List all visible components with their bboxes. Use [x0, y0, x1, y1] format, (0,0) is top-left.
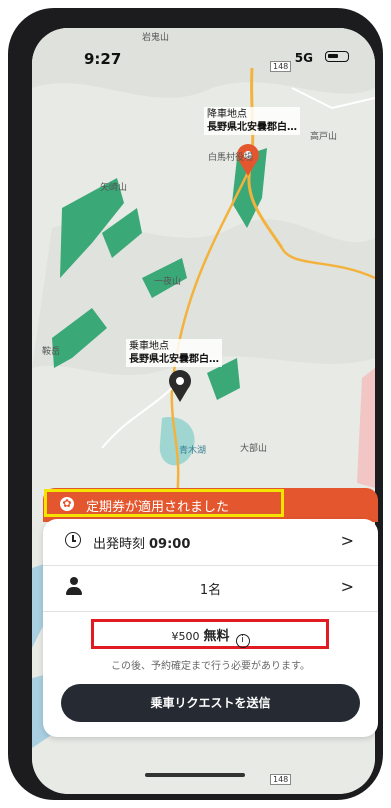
- gear-icon: ✿: [60, 497, 74, 511]
- pass-applied-text: 定期券が適用されました: [86, 500, 230, 515]
- status-time: 9:27: [84, 50, 122, 68]
- network-indicator: 5G: [294, 51, 313, 65]
- pickup-label: 乗車地点 長野県北安曇郡白…: [126, 339, 222, 367]
- pickup-address: 長野県北安曇郡白…: [129, 354, 219, 365]
- dropoff-address: 長野県北安曇郡白…: [207, 122, 297, 133]
- info-icon[interactable]: i: [235, 634, 250, 648]
- passenger-count: 1名: [199, 583, 222, 598]
- map-place-label: 白馬村役場: [208, 153, 254, 163]
- chevron-right-icon: >: [340, 577, 354, 596]
- original-price: ¥500: [171, 630, 200, 643]
- map-place-label: 青木湖: [179, 446, 207, 456]
- battery-icon: [325, 51, 349, 62]
- price-line: ¥500 無料 i: [43, 625, 378, 648]
- dropoff-label: 降車地点 長野県北安曇郡白…: [204, 107, 300, 135]
- map-place-label: 矢崎山: [100, 183, 128, 193]
- status-bar: 9:27 5G: [32, 28, 375, 78]
- passenger-row[interactable]: 1名 >: [43, 565, 378, 612]
- confirmation-note: この後、予約確定まで行う必要があります。: [111, 661, 310, 672]
- chevron-right-icon: >: [340, 531, 354, 550]
- map-place-label: 高戸山: [310, 132, 338, 142]
- submit-ride-request-button[interactable]: 乗車リクエストを送信: [61, 684, 360, 722]
- departure-time-row[interactable]: 出発時刻 09:00 >: [43, 519, 378, 566]
- map-place-label: 大部山: [240, 444, 268, 454]
- map-place-label: 鞍岳: [42, 347, 61, 357]
- departure-time: 09:00: [149, 537, 191, 552]
- fare-price: 無料: [203, 629, 230, 644]
- road-number: 148: [270, 774, 292, 785]
- dropoff-title: 降車地点: [207, 109, 247, 120]
- home-indicator: [145, 773, 245, 777]
- booking-sheet: 出発時刻 09:00 > 1名 > ¥500 無料 i この後、予約確定まで行う必要が…: [43, 519, 378, 737]
- pickup-title: 乗車地点: [129, 341, 169, 352]
- departure-label: 出発時刻: [93, 537, 146, 552]
- map-place-label: 一夜山: [154, 277, 182, 287]
- clock-icon: [65, 532, 81, 548]
